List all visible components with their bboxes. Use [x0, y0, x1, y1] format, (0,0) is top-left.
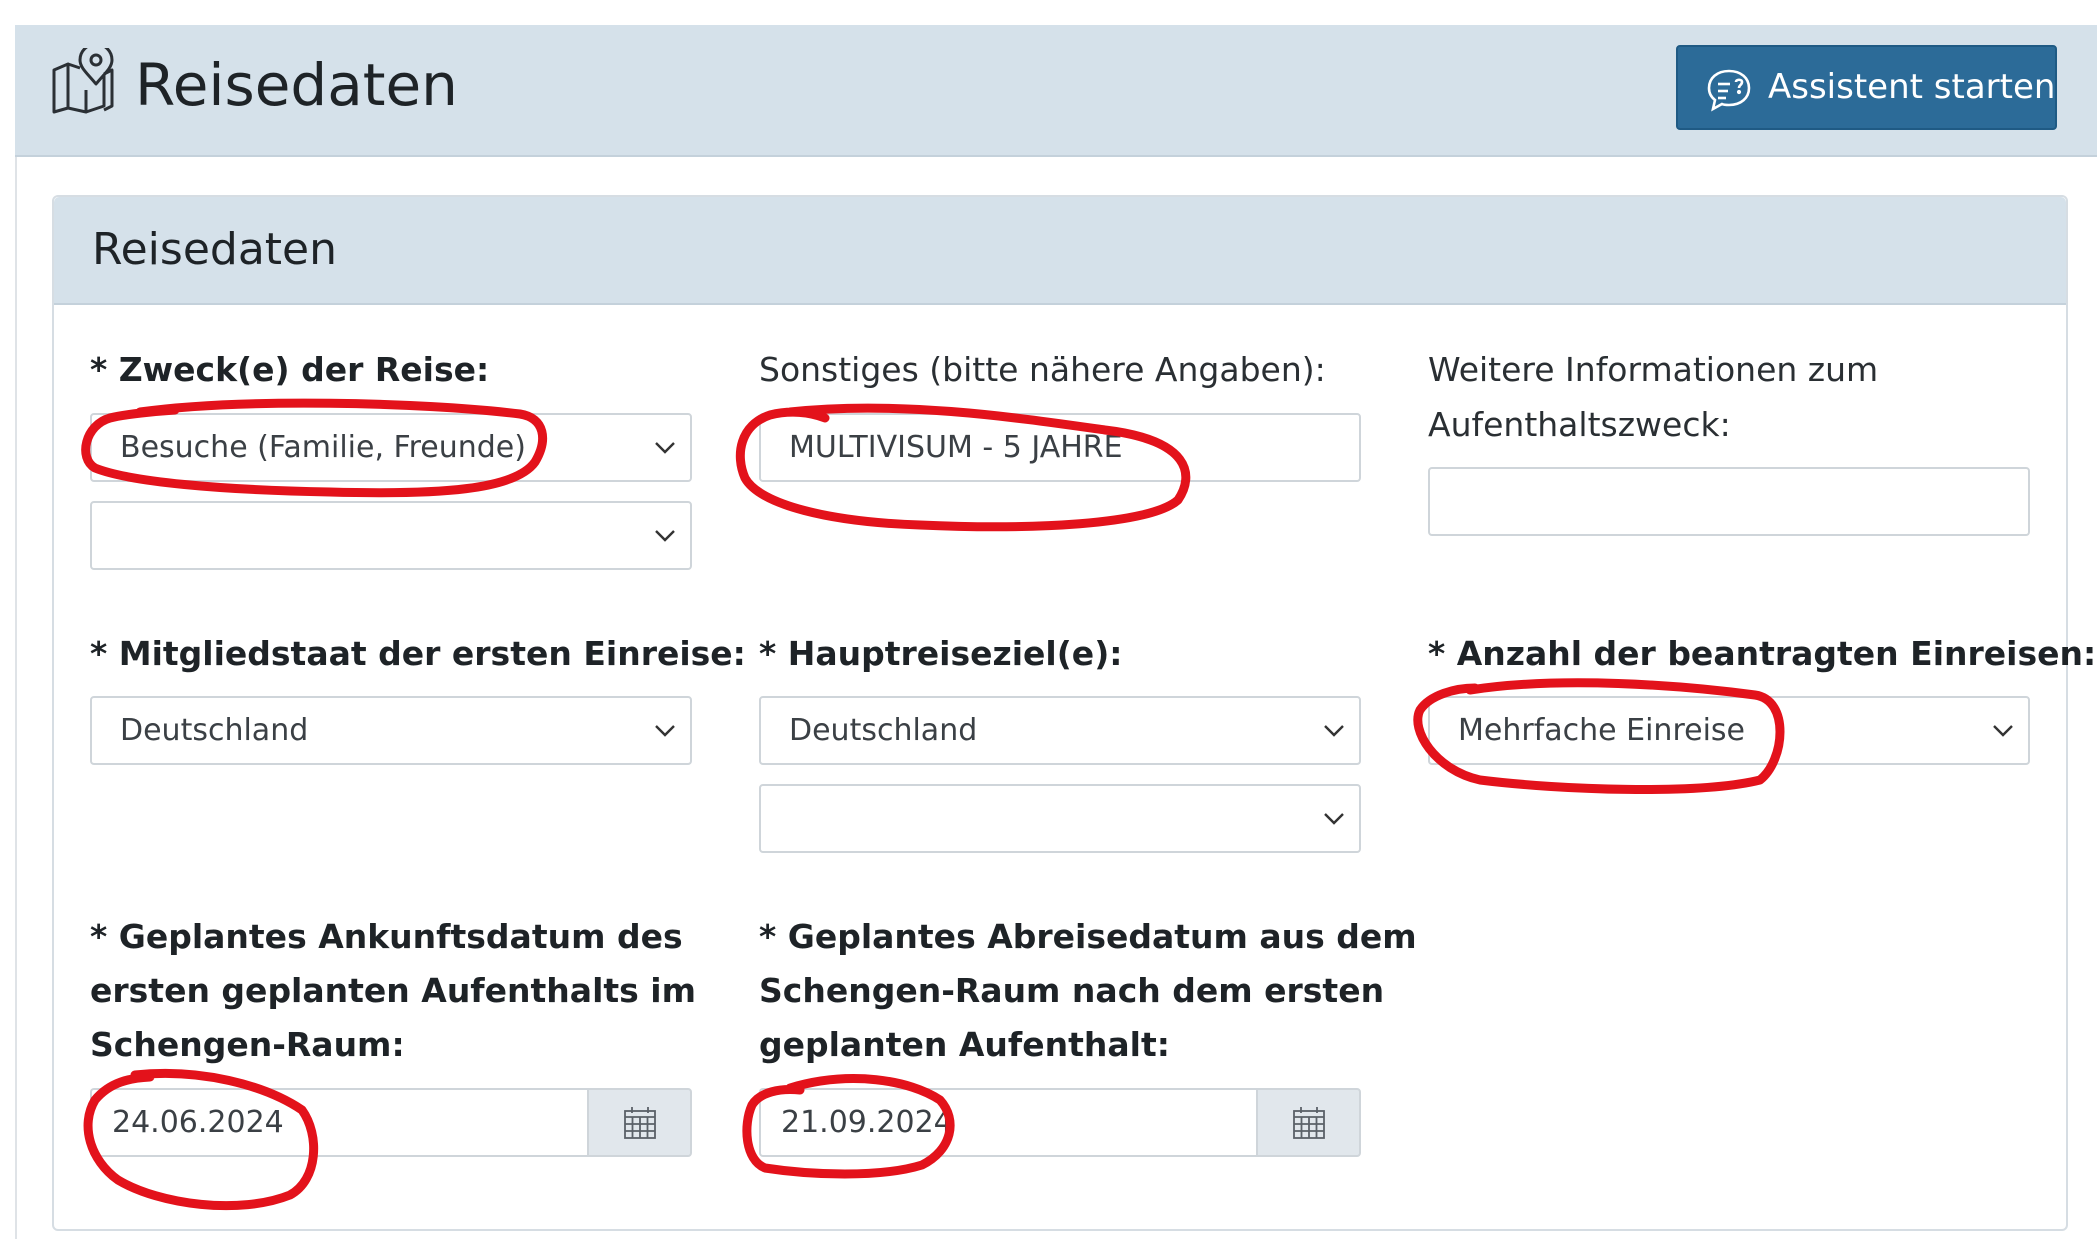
more-info-label-line2: Aufenthaltszweck: [1428, 405, 1731, 444]
entries-select[interactable]: Mehrfache Einreise [1428, 696, 2030, 765]
departure-label-line1: * Geplantes Abreisedatum aus dem [759, 917, 1417, 956]
chevron-down-icon [1324, 813, 1344, 825]
purpose-label: * Zweck(e) der Reise: [90, 350, 490, 389]
member-state-select-value: Deutschland [120, 713, 309, 748]
start-assistant-button[interactable]: Assistent starten [1676, 45, 2057, 130]
chevron-down-icon [655, 725, 675, 737]
chevron-down-icon [655, 442, 675, 454]
purpose-select[interactable]: Besuche (Familie, Freunde) [90, 413, 692, 482]
arrival-label-line1: * Geplantes Ankunftsdatum des [90, 917, 683, 956]
other-input[interactable]: MULTIVISUM - 5 JAHRE [759, 413, 1361, 482]
departure-calendar-button[interactable] [1256, 1088, 1361, 1157]
more-info-label-line1: Weitere Informationen zum [1428, 350, 1879, 389]
arrival-label-line2: ersten geplanten Aufenthalts im [90, 971, 696, 1010]
card-header: Reisedaten [54, 197, 2066, 305]
departure-date-value: 21.09.2024 [781, 1105, 953, 1140]
arrival-date-input[interactable]: 24.06.2024 [90, 1088, 587, 1157]
other-label: Sonstiges (bitte nähere Angaben): [759, 350, 1326, 389]
arrival-date-value: 24.06.2024 [112, 1105, 284, 1140]
entries-select-value: Mehrfache Einreise [1458, 713, 1745, 748]
main-destination-label: * Hauptreiseziel(e): [759, 634, 1123, 673]
page-title: Reisedaten [135, 51, 458, 119]
arrival-calendar-button[interactable] [587, 1088, 692, 1157]
start-assistant-label: Assistent starten [1768, 67, 2056, 107]
map-location-icon [52, 48, 114, 114]
member-state-label: * Mitgliedstaat der ersten Einreise: [90, 634, 746, 673]
chevron-down-icon [1324, 725, 1344, 737]
chat-question-icon [1707, 69, 1751, 112]
purpose-select-value: Besuche (Familie, Freunde) [120, 430, 526, 465]
chevron-down-icon [655, 530, 675, 542]
main-destination-select[interactable]: Deutschland [759, 696, 1361, 765]
calendar-icon [1293, 1107, 1325, 1139]
entries-label: * Anzahl der beantragten Einreisen: [1428, 634, 2097, 673]
purpose-second-select[interactable] [90, 501, 692, 570]
chevron-down-icon [1993, 725, 2013, 737]
card-title: Reisedaten [92, 224, 337, 275]
arrival-label-line3: Schengen-Raum: [90, 1025, 405, 1064]
calendar-icon [624, 1107, 656, 1139]
departure-label-line2: Schengen-Raum nach dem ersten [759, 971, 1385, 1010]
more-info-input[interactable] [1428, 467, 2030, 536]
member-state-select[interactable]: Deutschland [90, 696, 692, 765]
departure-date-input[interactable]: 21.09.2024 [759, 1088, 1256, 1157]
other-input-value: MULTIVISUM - 5 JAHRE [789, 430, 1123, 465]
main-destination-second-select[interactable] [759, 784, 1361, 853]
departure-label-line3: geplanten Aufenthalt: [759, 1025, 1170, 1064]
main-destination-select-value: Deutschland [789, 713, 978, 748]
